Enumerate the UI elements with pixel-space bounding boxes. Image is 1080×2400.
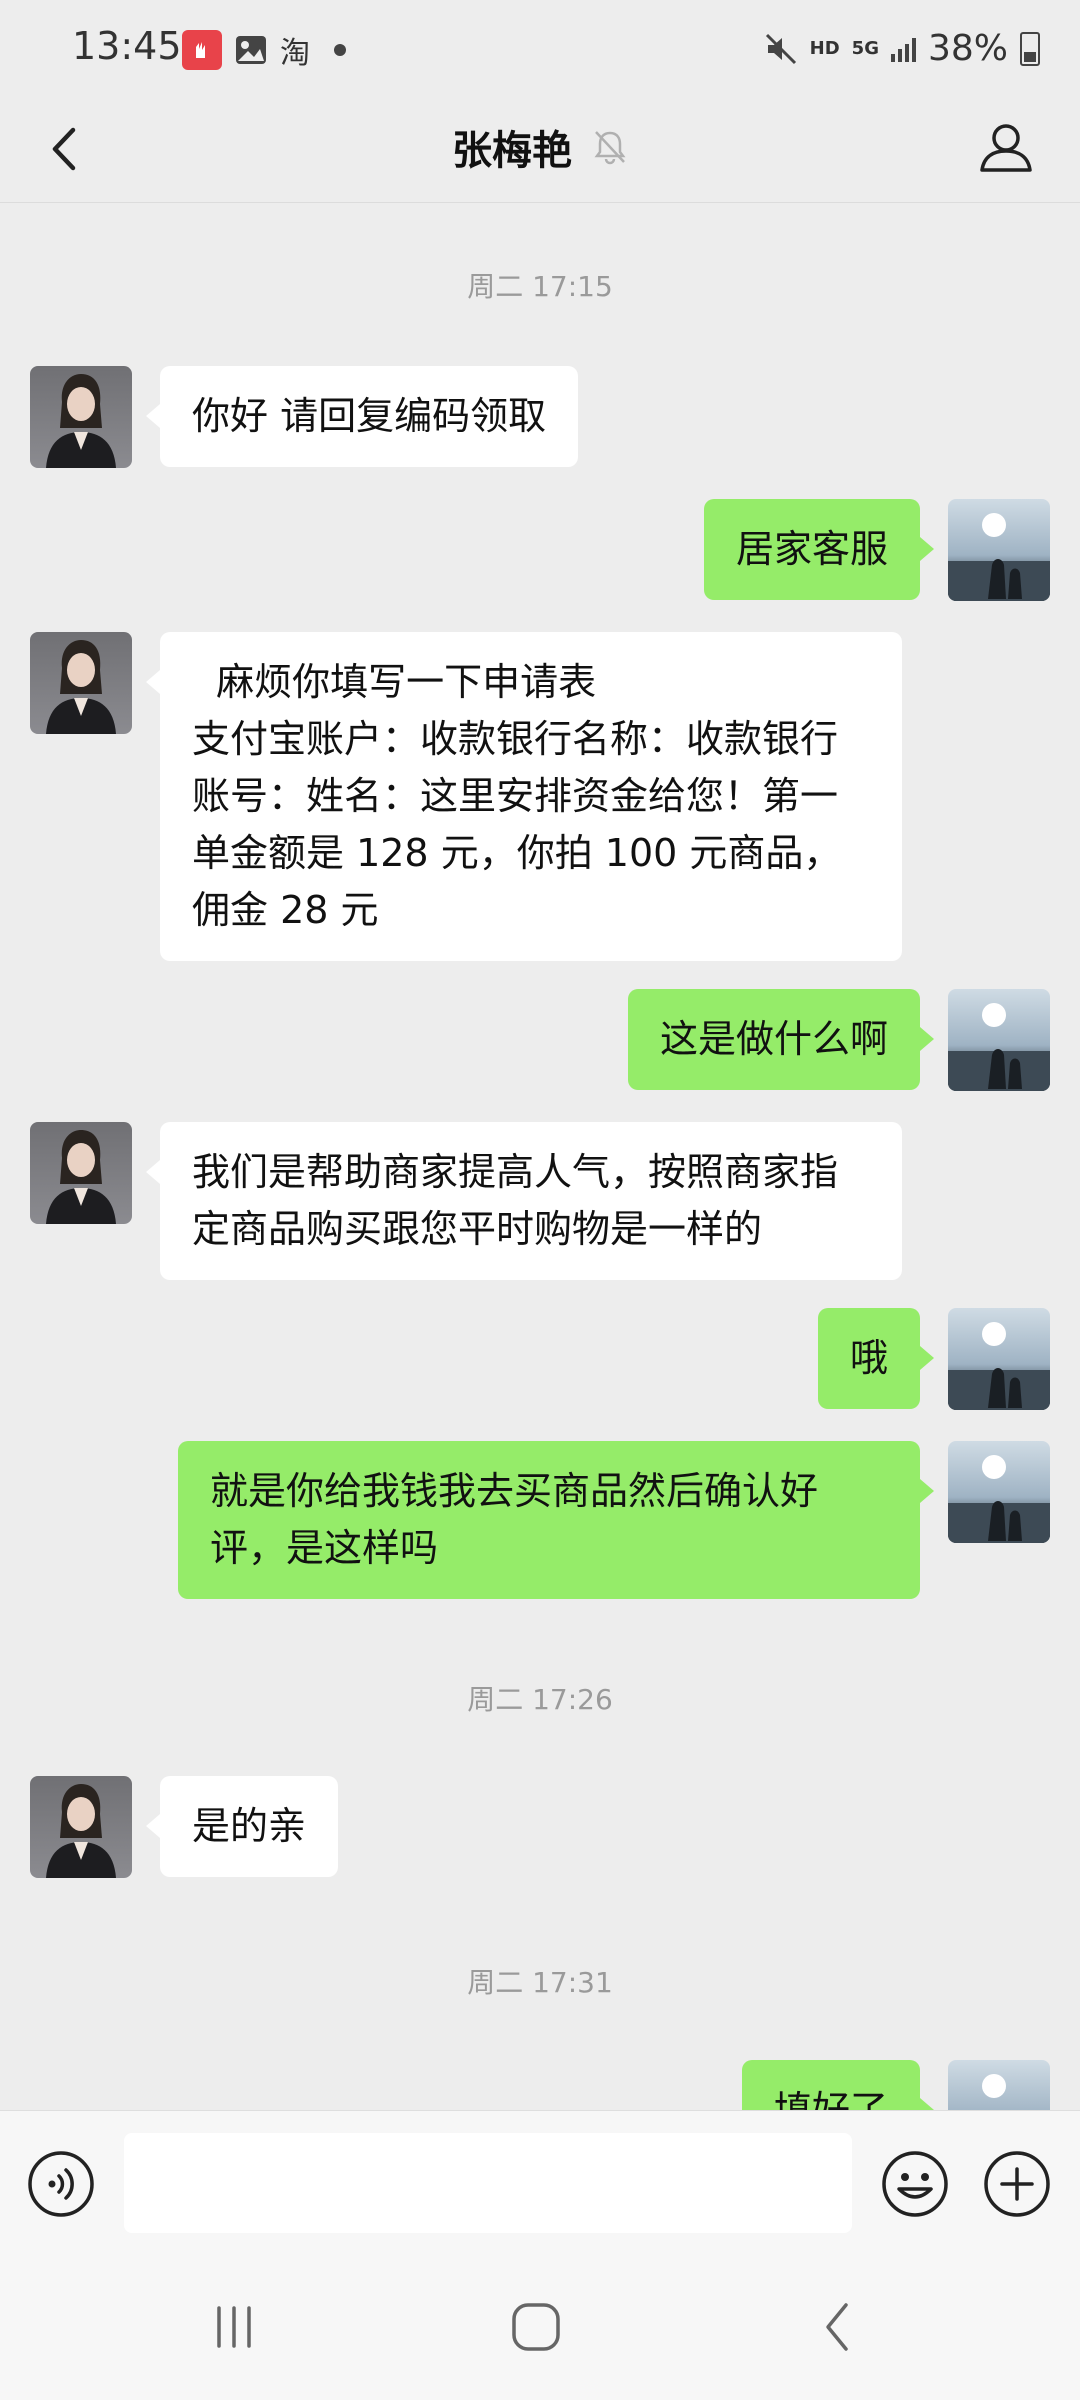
voice-button[interactable] xyxy=(26,2149,96,2219)
status-left-icons: 淘 xyxy=(182,28,346,72)
my-avatar[interactable] xyxy=(948,2060,1050,2110)
gallery-icon xyxy=(236,36,266,64)
home-icon xyxy=(512,2303,560,2351)
contact-avatar-image xyxy=(46,1130,116,1224)
message-input[interactable] xyxy=(124,2133,852,2233)
contact-avatar-image xyxy=(46,374,116,468)
app-notification-icon xyxy=(182,30,222,70)
message-bubble-outgoing[interactable]: 哦 xyxy=(817,1308,935,1409)
mute-icon xyxy=(765,33,796,64)
network-gen: 5G xyxy=(851,38,879,59)
emoji-button[interactable] xyxy=(880,2149,950,2219)
my-avatar-image xyxy=(948,1455,1050,1543)
more-button[interactable] xyxy=(982,2149,1052,2219)
profile-icon xyxy=(980,124,1032,172)
contact-avatar[interactable] xyxy=(30,632,132,734)
battery-icon xyxy=(1020,31,1040,66)
message-bubble-outgoing[interactable]: 填好了 xyxy=(741,2060,935,2110)
taobao-icon: 淘 xyxy=(280,36,310,71)
voice-icon xyxy=(28,2151,94,2217)
emoji-icon xyxy=(882,2151,948,2217)
recent-apps-button[interactable] xyxy=(174,2292,294,2362)
chat-area[interactable]: 周二 17:15 你好 请回复编码领取 居家客服 麻烦你填写一下申请表 支付宝账… xyxy=(0,203,1080,2110)
message-bubble-incoming[interactable]: 我们是帮助商家提高人气，按照商家指定商品购买跟您平时购物是一样的 xyxy=(146,1122,902,1280)
mute-bell-icon xyxy=(594,131,626,165)
my-avatar-image xyxy=(948,513,1050,601)
page-title: 张梅艳 xyxy=(452,128,572,174)
timestamp: 周二 17:31 xyxy=(467,1966,613,1999)
system-back-button[interactable] xyxy=(778,2292,898,2362)
status-right: HD 5G 38% xyxy=(764,28,1040,69)
status-time: 13:45 xyxy=(72,24,182,68)
my-avatar-image xyxy=(982,2074,1006,2098)
message-bubble-incoming[interactable]: 你好 请回复编码领取 xyxy=(145,366,579,467)
timestamp: 周二 17:26 xyxy=(467,1683,613,1716)
back-icon xyxy=(826,2303,848,2351)
notification-dot-icon xyxy=(334,44,346,56)
message-bubble-incoming[interactable]: 麻烦你填写一下申请表 支付宝账户：收款银行名称：收款银行账号：姓名：这里安排资金… xyxy=(146,632,902,961)
signal-icon xyxy=(890,36,916,62)
title-wrap: 张梅艳 xyxy=(0,118,1080,176)
my-avatar-image xyxy=(948,1322,1050,1410)
message-bubble-incoming[interactable]: 是的亲 xyxy=(145,1776,339,1877)
my-avatar[interactable] xyxy=(948,499,1050,601)
profile-button[interactable] xyxy=(968,110,1044,186)
input-bar xyxy=(0,2110,1080,2253)
status-bar: 13:45 淘 HD 5G 38% xyxy=(0,0,1080,96)
contact-avatar[interactable] xyxy=(30,1122,132,1224)
message-bubble-outgoing[interactable]: 居家客服 xyxy=(703,499,935,600)
recent-apps-icon xyxy=(217,2306,251,2348)
contact-avatar-image xyxy=(46,640,116,734)
my-avatar[interactable] xyxy=(948,1441,1050,1543)
message-bubble-outgoing[interactable]: 这是做什么啊 xyxy=(627,989,935,1090)
my-avatar[interactable] xyxy=(948,1308,1050,1410)
plus-icon xyxy=(984,2151,1050,2217)
hd-indicator: HD xyxy=(809,38,840,59)
battery-level: 38% xyxy=(927,28,1008,69)
contact-avatar[interactable] xyxy=(30,1776,132,1878)
contact-avatar[interactable] xyxy=(30,366,132,468)
chat-header: 张梅艳 xyxy=(0,96,1080,203)
home-button[interactable] xyxy=(476,2292,596,2362)
message-bubble-outgoing[interactable]: 就是你给我钱我去买商品然后确认好评，是这样吗 xyxy=(178,1441,934,1599)
system-nav-bar xyxy=(0,2252,1080,2400)
my-avatar[interactable] xyxy=(948,989,1050,1091)
timestamp: 周二 17:15 xyxy=(467,270,613,303)
my-avatar-image xyxy=(948,1003,1050,1091)
contact-avatar-image xyxy=(46,1784,116,1878)
